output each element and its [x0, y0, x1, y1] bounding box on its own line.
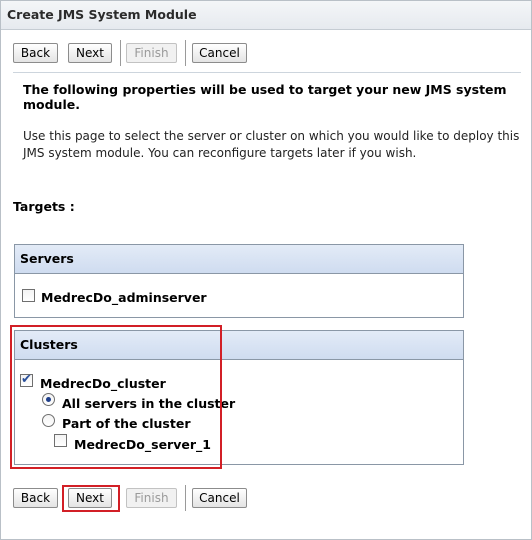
finish-button-bottom[interactable]: Finish [126, 488, 177, 508]
cancel-button-top[interactable]: Cancel [192, 43, 247, 63]
servers-panel-header: Servers [15, 245, 463, 274]
page-description: Use this page to select the server or cl… [23, 129, 520, 160]
servers-panel-title: Servers [20, 251, 74, 266]
next-highlight-box [62, 485, 120, 512]
dialog-window: Create JMS System Module Back Next Finis… [0, 0, 532, 540]
toolbar-separator [120, 40, 121, 66]
divider [13, 72, 521, 73]
targets-label: Targets : [13, 199, 75, 214]
adminserver-label: MedrecDo_adminserver [41, 290, 207, 305]
title-bar: Create JMS System Module [1, 1, 531, 30]
adminserver-checkbox[interactable] [22, 289, 35, 302]
clusters-highlight-box [10, 325, 222, 469]
toolbar-separator [185, 40, 186, 66]
back-button-top[interactable]: Back [13, 43, 58, 63]
next-button-top[interactable]: Next [68, 43, 112, 63]
servers-panel: Servers MedrecDo_adminserver [14, 244, 464, 318]
dialog-title: Create JMS System Module [7, 7, 197, 22]
back-button-bottom[interactable]: Back [13, 488, 58, 508]
finish-button-top[interactable]: Finish [126, 43, 177, 63]
cancel-button-bottom[interactable]: Cancel [192, 488, 247, 508]
toolbar-separator [185, 485, 186, 511]
page-heading: The following properties will be used to… [23, 82, 507, 112]
